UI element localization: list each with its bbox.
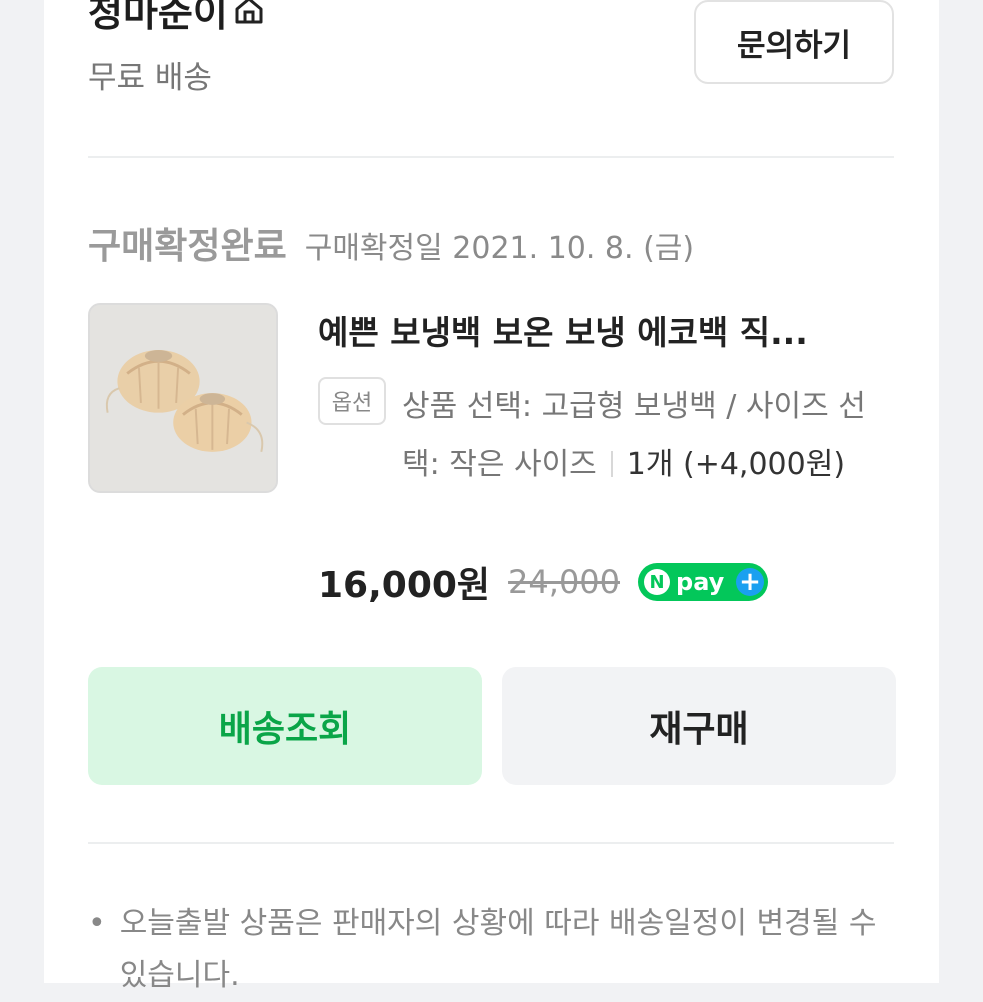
plus-icon: + [736,567,765,597]
order-card: 청마준이 무료 배송 문의하기 구매확정완료 구매확정일 2021. 10. 8… [44,0,939,993]
rebuy-button[interactable]: 재구매 [502,667,896,785]
order-status: 구매확정완료 [88,226,287,267]
original-price: 24,000 [508,563,621,601]
bullet: • [88,906,106,941]
track-delivery-button[interactable]: 배송조회 [88,667,482,785]
divider [88,842,894,844]
notice-text: 오늘출발 상품은 판매자의 상황에 따라 배송일정이 변경될 수 있습니다. [119,906,877,993]
store-home-icon [235,0,263,23]
npay-label: pay [676,568,725,596]
divider [88,156,894,158]
seller-name-link[interactable]: 청마준이 [88,0,264,37]
order-status-row: 구매확정완료 구매확정일 2021. 10. 8. (금) [88,217,694,269]
sale-price: 16,000원 [318,565,491,606]
shipping-notice: • 오늘출발 상품은 판매자의 상황에 따라 배송일정이 변경될 수 있습니다. [88,898,888,1002]
seller-name: 청마준이 [88,0,228,35]
naver-n-icon: N [644,569,671,595]
quantity: 1개 (+4,000원) [626,447,846,482]
price-row: 16,000원 24,000 N pay + [318,556,769,608]
product-thumbnail[interactable] [88,303,278,493]
product-image [90,305,276,491]
option-badge: 옵션 [318,377,386,425]
separator [610,451,613,477]
shipping-fee: 무료 배송 [88,60,212,96]
confirm-date: 구매확정일 2021. 10. 8. (금) [304,231,695,266]
inquiry-button[interactable]: 문의하기 [694,0,894,84]
option-details: 상품 선택: 고급형 보냉백 / 사이즈 선택: 작은 사이즈 1개 (+4,00… [402,378,892,494]
npay-plus-badge: N pay + [638,563,769,601]
product-title[interactable]: 예쁜 보냉백 보온 보냉 에코백 직... [318,306,888,354]
